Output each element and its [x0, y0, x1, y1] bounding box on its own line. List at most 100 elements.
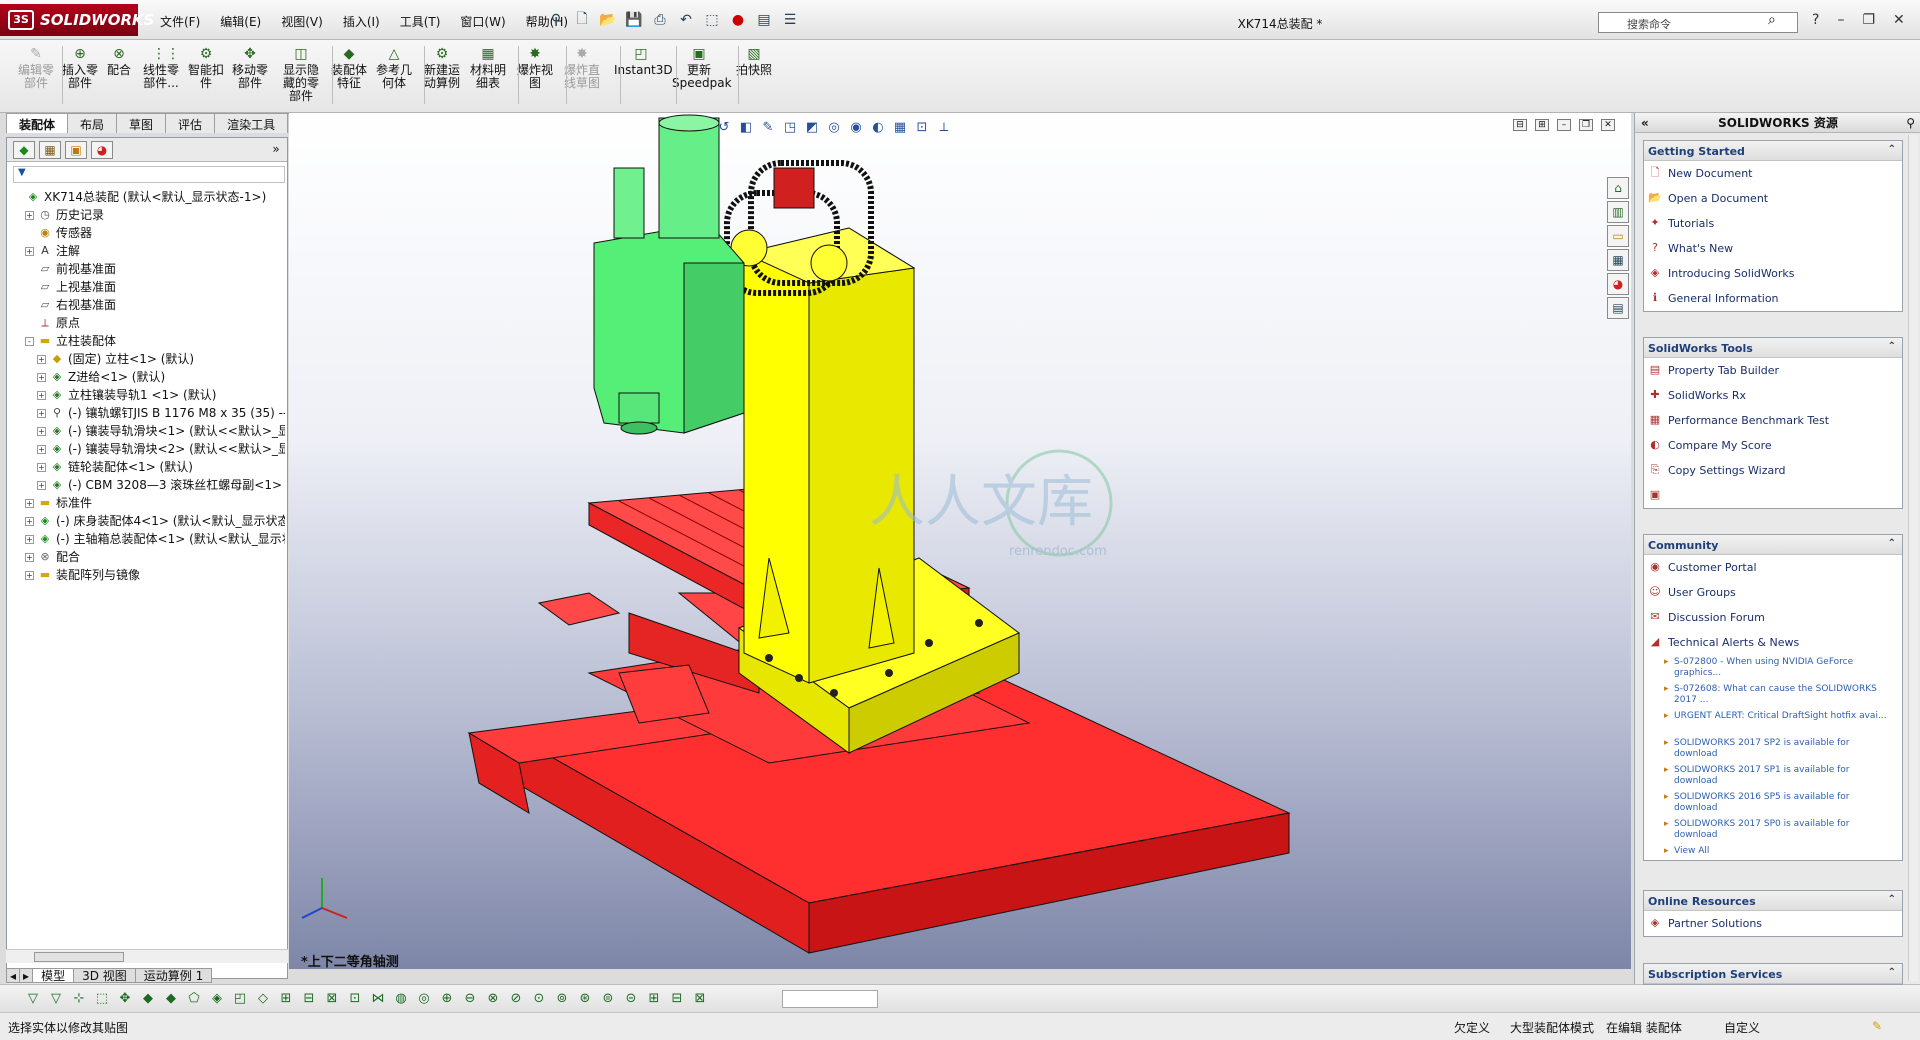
collapse-chevron-icon[interactable]: ⌃ [1888, 341, 1896, 352]
task-pane-link[interactable]: ? What's New [1644, 236, 1902, 261]
expand-toggle-icon[interactable]: + [25, 211, 34, 220]
expand-toggle-icon[interactable]: + [25, 553, 34, 562]
expand-toggle-icon[interactable]: + [37, 481, 46, 490]
bottom-tool-icon[interactable]: ◈ [208, 991, 226, 1007]
command-button[interactable]: ◫ 显示隐 藏的零 部件 [278, 46, 324, 108]
bottom-tool-icon[interactable]: ⊜ [599, 991, 617, 1007]
expand-toggle-icon[interactable]: - [25, 337, 34, 346]
undo-icon[interactable]: ↶ [675, 10, 697, 30]
task-pane-link[interactable]: 🗋 New Document [1644, 161, 1902, 186]
bottom-tool-icon[interactable]: ⊠ [323, 991, 341, 1007]
save-icon[interactable]: 💾 [623, 10, 645, 30]
tree-node[interactable]: ▱ 上视基准面 [9, 278, 285, 296]
help-icon[interactable]: ? [1812, 12, 1819, 28]
tree-node[interactable]: + ⚲ (-) 镶轨螺钉JIS B 1176 M8 x 35 (35) -- [9, 404, 285, 422]
tree-node[interactable]: ▱ 右视基准面 [9, 296, 285, 314]
traffic-light-icon[interactable]: ● [727, 10, 749, 30]
tree-node[interactable]: + ◆ (固定) 立柱<1> (默认) [9, 350, 285, 368]
task-pane-link[interactable]: ⎘ Copy Settings Wizard [1644, 458, 1902, 483]
collapse-pane-icon[interactable]: « [1641, 113, 1649, 133]
command-tab[interactable]: 装配体 [6, 113, 69, 133]
new-document-icon[interactable]: 🗋 [571, 10, 593, 30]
bottom-tool-icon[interactable]: ⊘ [507, 991, 525, 1007]
command-button[interactable]: △ 参考几 何体 [372, 46, 416, 108]
expand-toggle-icon[interactable]: + [37, 427, 46, 436]
command-button[interactable]: ▣ 更新 Speedpak [672, 46, 732, 108]
appearances-icon[interactable]: ◕ [1607, 273, 1629, 295]
collapse-chevron-icon[interactable]: ⌃ [1888, 144, 1896, 155]
task-pane-link[interactable]: ✚ SolidWorks Rx [1644, 383, 1902, 408]
bottom-tool-icon[interactable]: ⊙ [530, 991, 548, 1007]
bottom-tool-icon[interactable]: ⊠ [691, 991, 709, 1007]
command-tab[interactable]: 渲染工具 [214, 113, 289, 133]
task-pane-link[interactable]: ☺ User Groups [1644, 580, 1902, 605]
close-icon[interactable]: ✕ [1893, 12, 1905, 28]
view-all-link[interactable]: ▸ View All [1644, 844, 1902, 860]
bottom-tool-icon[interactable]: ⊟ [300, 991, 318, 1007]
command-button[interactable]: ◰ Instant3D [614, 46, 673, 108]
news-link[interactable]: ▸ URGENT ALERT: Critical DraftSight hotfi… [1644, 709, 1902, 736]
bottom-tool-icon[interactable]: ⬚ [93, 991, 111, 1007]
command-button[interactable]: ✸ 爆炸视 图 [514, 46, 556, 108]
minimize-icon[interactable]: – [1837, 12, 1844, 28]
collapse-chevron-icon[interactable]: ⌃ [1888, 967, 1896, 978]
tree-node[interactable]: + ⊗ 配合 [9, 548, 285, 566]
bottom-tool-icon[interactable]: ◆ [139, 991, 157, 1007]
section-header[interactable]: Online Resources ⌃ [1644, 891, 1902, 911]
select-icon[interactable]: ⬚ [701, 10, 723, 30]
expand-panel-icon[interactable]: » [265, 141, 287, 159]
command-button[interactable]: ⊗ 配合 [104, 46, 134, 108]
solidworks-logo[interactable]: 3S SOLIDWORKS [0, 4, 154, 36]
bottom-tool-icon[interactable]: ◰ [231, 991, 249, 1007]
pin-icon[interactable]: ⚲ [545, 10, 567, 30]
model-tab[interactable]: 3D 视图 [73, 968, 136, 983]
bottom-tool-icon[interactable]: ▽ [24, 991, 42, 1007]
tree-node[interactable]: ▱ 前视基准面 [9, 260, 285, 278]
bottom-tool-icon[interactable]: ⊖ [461, 991, 479, 1007]
expand-toggle-icon[interactable]: + [37, 445, 46, 454]
options-icon[interactable]: ☰ [779, 10, 801, 30]
custom-properties-icon[interactable]: ▤ [1607, 297, 1629, 319]
command-button[interactable]: ⚙ 新建运 动算例 [420, 46, 464, 108]
news-link[interactable]: ▸ S-072608: What can cause the SOLIDWORKS… [1644, 682, 1902, 709]
menu-item[interactable]: 视图(V) [271, 13, 333, 30]
bottom-tool-icon[interactable]: ⊚ [553, 991, 571, 1007]
print-icon[interactable]: ⎙ [649, 10, 671, 30]
bottom-tool-icon[interactable]: ◇ [254, 991, 272, 1007]
file-explorer-icon[interactable]: ▭ [1607, 225, 1629, 247]
bottom-tool-icon[interactable]: ⋈ [369, 991, 387, 1007]
command-button[interactable]: ✥ 移动零 部件 [228, 46, 272, 108]
task-pane-link[interactable]: ℹ General Information [1644, 286, 1902, 311]
model-tab[interactable]: 模型 [32, 968, 75, 983]
command-button[interactable]: ⚙ 智能扣 件 [186, 46, 226, 108]
bottom-tool-icon[interactable]: ◍ [392, 991, 410, 1007]
tree-node[interactable]: + ◈ 链轮装配体<1> (默认) [9, 458, 285, 476]
news-link[interactable]: ▸ SOLIDWORKS 2017 SP1 is available for do… [1644, 763, 1902, 790]
feature-manager-tab-icon[interactable]: ◆ [13, 141, 35, 159]
bottom-tool-icon[interactable]: ⊗ [484, 991, 502, 1007]
task-pane-link[interactable]: ▣ [1644, 483, 1902, 508]
task-pane-link[interactable]: 📂 Open a Document [1644, 186, 1902, 211]
tree-node[interactable]: + ◈ (-) 床身装配体4<1> (默认<默认_显示状态-1 [9, 512, 285, 530]
expand-toggle-icon[interactable]: + [25, 247, 34, 256]
command-button[interactable]: ⊕ 插入零 部件 [58, 46, 102, 108]
spindle-head[interactable] [593, 114, 745, 435]
bottom-tool-icon[interactable]: ⊞ [645, 991, 663, 1007]
expand-toggle-icon[interactable]: + [25, 571, 34, 580]
tree-filter-icon[interactable]: ▼ [13, 166, 285, 183]
command-button[interactable]: ✎ 编辑零 部件 [14, 46, 58, 108]
command-button[interactable]: ⋮⋮ 线性零 部件... [138, 46, 184, 108]
tree-scrollbar[interactable] [6, 949, 288, 963]
task-pane-link[interactable]: ◉ Customer Portal [1644, 555, 1902, 580]
property-manager-tab-icon[interactable]: ▦ [39, 141, 61, 159]
graphics-area[interactable]: ⊕ ⊞ ↺ ◧ ✎ ◳ ◩ ◎ ◉ ◐ ▦ ⊡ ⟂ ⊟ ⊞ – ❐ ✕ [289, 113, 1631, 969]
tree-scroll-thumb[interactable] [34, 952, 124, 962]
news-link[interactable]: ▸ S-072800 - When using NVIDIA GeForce gr… [1644, 655, 1902, 682]
expand-toggle-icon[interactable]: + [37, 355, 46, 364]
command-tab[interactable]: 布局 [67, 113, 118, 133]
tree-node[interactable]: + ◈ Z进给<1> (默认) [9, 368, 285, 386]
section-header[interactable]: Getting Started ⌃ [1644, 141, 1902, 161]
bottom-tool-icon[interactable]: ⊕ [438, 991, 456, 1007]
command-tab[interactable]: 评估 [165, 113, 216, 133]
news-link[interactable]: ▸ SOLIDWORKS 2017 SP2 is available for do… [1644, 736, 1902, 763]
